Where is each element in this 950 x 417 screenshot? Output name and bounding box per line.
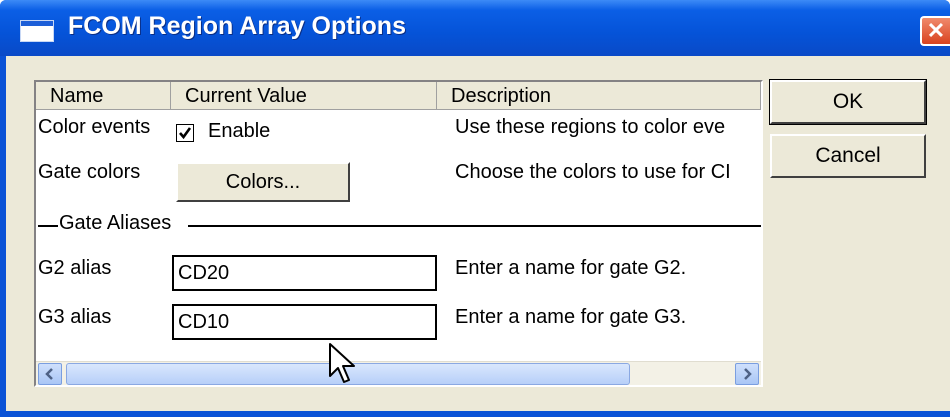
ok-button[interactable]: OK — [769, 79, 927, 125]
g2-alias-description: Enter a name for gate G2. — [455, 257, 687, 279]
group-divider-left — [38, 225, 58, 227]
color-events-description: Use these regions to color eve — [455, 116, 726, 138]
enable-checkbox[interactable] — [176, 124, 194, 142]
column-header-name[interactable]: Name — [36, 82, 171, 110]
group-divider-right — [188, 225, 761, 227]
dialog-body: Name Current Value Description Color eve… — [6, 56, 950, 411]
gate-colors-label: Gate colors — [38, 161, 141, 183]
chevron-left-icon — [45, 368, 53, 380]
scroll-left-button[interactable] — [38, 363, 62, 385]
enable-checkbox-label[interactable]: Enable — [208, 120, 270, 143]
checkmark-icon — [179, 127, 192, 140]
g3-alias-description: Enter a name for gate G3. — [455, 306, 687, 328]
dialog-window: FCOM Region Array Options ✕ Name Current… — [0, 0, 950, 417]
close-button[interactable]: ✕ — [920, 16, 950, 46]
column-header-description[interactable]: Description — [437, 82, 761, 110]
g2-alias-label: G2 alias — [38, 257, 112, 279]
g3-alias-label: G3 alias — [38, 306, 112, 328]
column-header-current-value[interactable]: Current Value — [171, 82, 437, 110]
window-icon — [20, 20, 54, 42]
window-title: FCOM Region Array Options — [68, 12, 406, 40]
gate-aliases-group-label: Gate Aliases — [59, 212, 172, 234]
mouse-cursor-icon — [329, 343, 355, 383]
scroll-right-button[interactable] — [735, 363, 759, 385]
horizontal-scrollbar[interactable] — [36, 361, 761, 385]
g3-alias-input[interactable]: CD10 — [172, 304, 437, 340]
title-bar[interactable]: FCOM Region Array Options ✕ — [0, 0, 950, 56]
chevron-right-icon — [744, 368, 752, 380]
color-events-label: Color events — [38, 116, 151, 138]
colors-button[interactable]: Colors... — [176, 162, 350, 202]
g2-alias-input[interactable]: CD20 — [172, 255, 437, 291]
options-list: Name Current Value Description Color eve… — [34, 80, 763, 387]
gate-colors-description: Choose the colors to use for CI — [455, 161, 731, 183]
cancel-button[interactable]: Cancel — [770, 134, 926, 178]
